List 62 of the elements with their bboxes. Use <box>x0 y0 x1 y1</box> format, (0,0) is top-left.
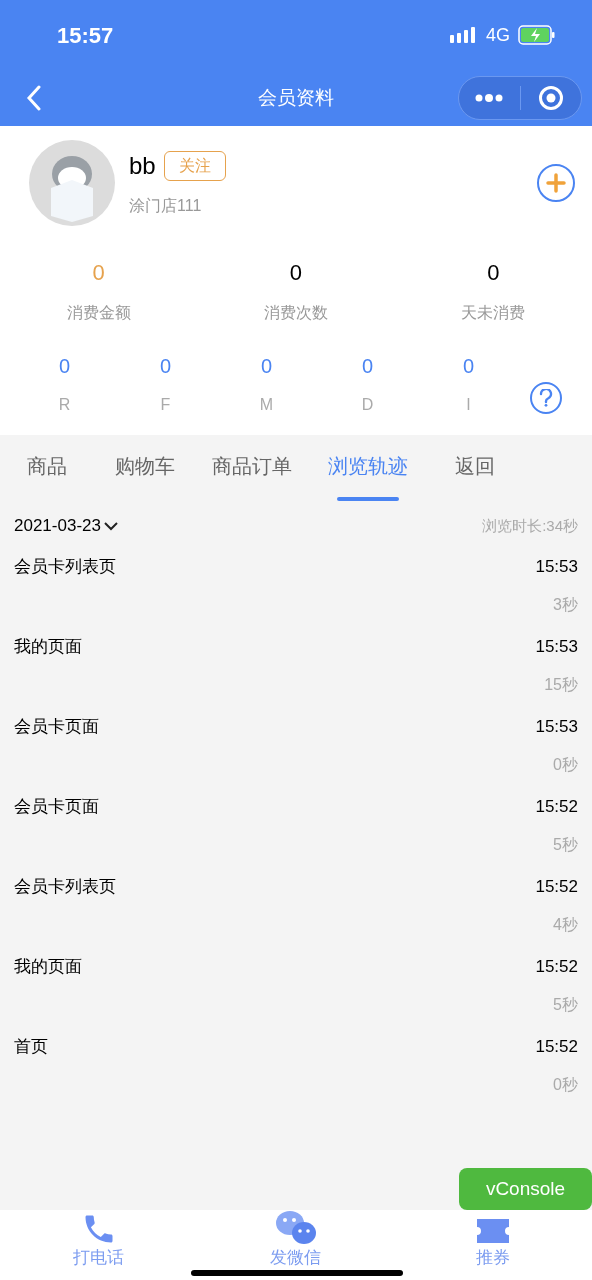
visit-time: 15:52 <box>535 1035 578 1058</box>
visit-time: 15:52 <box>535 955 578 978</box>
follow-tag: 关注 <box>163 151 226 181</box>
stat-value: 0 <box>487 259 500 287</box>
visited-page: 首页 <box>14 1035 48 1058</box>
bottom-action[interactable]: 发微信 <box>270 1209 322 1268</box>
tab[interactable]: 浏览轨迹 <box>328 451 408 501</box>
visited-page: 会员卡页面 <box>14 715 99 738</box>
stay-duration: 0秒 <box>553 754 578 775</box>
rfm-value: 0 <box>58 354 71 379</box>
rfm-value: 0 <box>462 354 475 379</box>
bottom-action[interactable]: 打电话 <box>73 1211 125 1268</box>
stat-label: 消费金额 <box>66 303 131 323</box>
visited-page: 我的页面 <box>14 635 82 658</box>
visit-time: 15:53 <box>535 555 578 578</box>
visited-page: 会员卡列表页 <box>14 555 116 578</box>
bottom-action[interactable]: 推券 <box>475 1215 512 1268</box>
visited-page: 会员卡列表页 <box>14 875 116 898</box>
battery-charging-icon <box>518 25 556 45</box>
browse-duration: 浏览时长:34秒 <box>482 515 578 536</box>
more-icon <box>475 93 504 103</box>
help-button[interactable] <box>530 382 562 414</box>
plus-icon <box>545 172 567 194</box>
page-title: 会员资料 <box>258 85 334 110</box>
rfm-label: R <box>58 395 71 415</box>
stay-duration: 3秒 <box>553 594 578 615</box>
rfm-label: D <box>361 395 374 415</box>
store-name: 涂门店111 <box>129 196 203 216</box>
stat-label: 消费次数 <box>264 303 328 323</box>
member-name: bb <box>129 151 156 181</box>
visit-time: 15:52 <box>535 795 578 818</box>
visit-time: 15:53 <box>535 715 578 738</box>
rfm-value: 0 <box>361 354 374 379</box>
visited-page: 我的页面 <box>14 955 82 978</box>
date-picker[interactable]: 2021-03-23 <box>14 513 119 539</box>
rfm-value: 0 <box>159 354 172 379</box>
network-label: 4G <box>486 23 510 47</box>
status-time: 15:57 <box>57 21 114 50</box>
signal-icon <box>450 25 478 45</box>
tab[interactable]: 购物车 <box>114 451 176 501</box>
stay-duration: 15秒 <box>544 674 578 695</box>
rfm-label: F <box>160 395 171 415</box>
rfm-label: M <box>259 395 274 415</box>
visit-time: 15:52 <box>535 875 578 898</box>
stay-duration: 5秒 <box>553 834 578 855</box>
tab[interactable]: 商品 <box>16 451 78 501</box>
stay-duration: 0秒 <box>553 1074 578 1095</box>
chevron-down-icon <box>102 519 119 532</box>
rfm-value: 0 <box>260 354 273 379</box>
visited-page: 会员卡页面 <box>14 795 99 818</box>
tab[interactable]: 商品订单 <box>212 451 292 501</box>
stat-label: 天未消费 <box>461 303 526 323</box>
question-mark-icon <box>539 389 553 407</box>
visit-time: 15:53 <box>535 635 578 658</box>
add-button[interactable] <box>537 164 575 202</box>
rfm-label: I <box>466 395 471 415</box>
stat-value: 0 <box>289 259 303 287</box>
tab[interactable]: 返回 <box>444 451 506 501</box>
stay-duration: 4秒 <box>553 914 578 935</box>
stay-duration: 5秒 <box>553 994 578 1015</box>
stat-value: 0 <box>92 259 105 287</box>
target-icon <box>537 85 564 111</box>
